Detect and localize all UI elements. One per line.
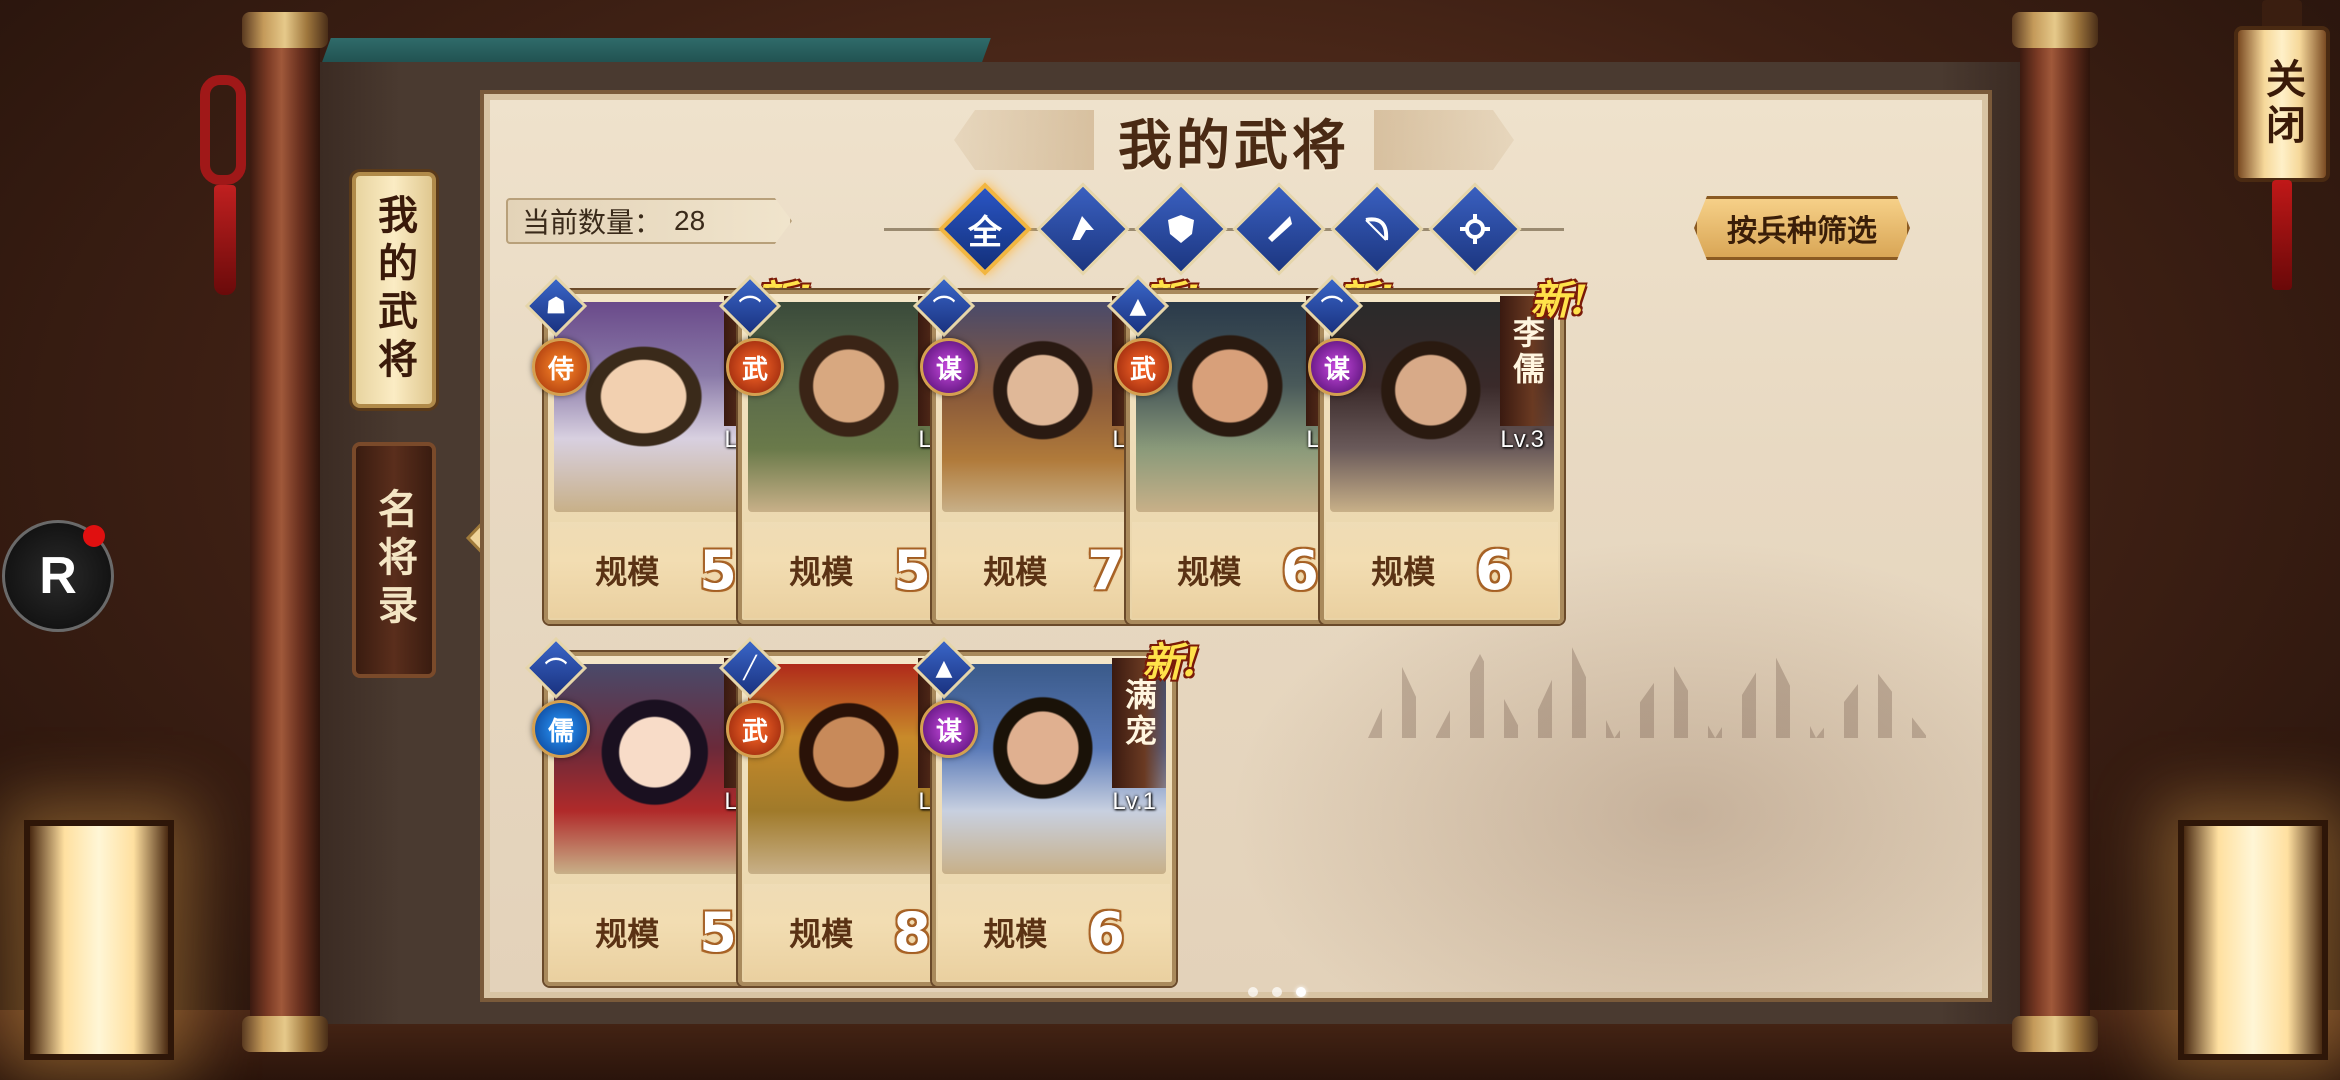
spear-icon	[1249, 199, 1309, 259]
role-badge: 武	[1114, 338, 1172, 396]
hero-name: 满宠	[1120, 678, 1158, 750]
role-badge: 谋	[920, 338, 978, 396]
r-logo-icon: R	[39, 547, 77, 605]
scale-label: 规模	[595, 553, 660, 591]
scale-label: 规模	[983, 915, 1048, 953]
hero-count: 当前数量： 28	[506, 198, 792, 244]
new-badge: 新!	[1530, 277, 1588, 324]
scale-label: 规模	[595, 915, 660, 953]
hero-count-value: 28	[674, 205, 706, 236]
hero-card[interactable]: 满宠 Lv.1 ▲ 谋 规模 6 新!	[912, 636, 1200, 986]
hero-level: Lv.3	[1500, 426, 1544, 453]
scale-value: 5	[893, 538, 931, 602]
role-badge: 谋	[1308, 338, 1366, 396]
tab-my-heroes[interactable]: 我的武将	[352, 172, 436, 408]
tab-my-heroes-label: 我的武将	[371, 194, 418, 386]
floor-lantern-left	[24, 820, 174, 1060]
hero-level: Lv.1	[1112, 788, 1156, 815]
scale-label: 规模	[789, 915, 854, 953]
bow-icon: ⌒	[932, 295, 955, 321]
scale-label: 规模	[789, 553, 854, 591]
scale-label: 规模	[983, 553, 1048, 591]
filter-cavalry-button[interactable]	[1036, 182, 1130, 276]
page-dot-active[interactable]	[1296, 987, 1306, 997]
scroll-rod-right	[2012, 12, 2098, 1052]
scale-value: 8	[893, 900, 931, 964]
bow-icon: ⌒	[544, 657, 567, 683]
filter-bow-button[interactable]	[1330, 182, 1424, 276]
role-badge: 武	[726, 700, 784, 758]
scale-value: 6	[1087, 900, 1125, 964]
floor-lantern-right	[2178, 820, 2328, 1060]
cavalry-icon: ▲	[935, 655, 953, 681]
spear-icon: ╱	[743, 655, 757, 681]
scale-value: 5	[699, 900, 737, 964]
all-icon: 全	[968, 212, 1002, 253]
scroll-rod-left	[242, 12, 328, 1052]
page-title: 我的武将	[1118, 112, 1350, 177]
title-banner: 我的武将	[954, 98, 1514, 182]
hero-card[interactable]: 李儒 Lv.3 ⌒ 谋 规模 6 新!	[1300, 274, 1588, 624]
new-badge: 新!	[1142, 639, 1200, 686]
page-dot[interactable]	[1248, 987, 1258, 997]
close-label: 关闭	[2259, 58, 2306, 150]
bow-icon	[1347, 199, 1407, 259]
role-badge: 儒	[532, 700, 590, 758]
tab-famous-generals[interactable]: 名将录	[352, 442, 436, 678]
page-dot[interactable]	[1272, 987, 1282, 997]
scale-value: 5	[699, 538, 737, 602]
filter-by-unit-button[interactable]: 按兵种筛选	[1694, 196, 1910, 260]
tab-famous-generals-label: 名将录	[371, 488, 418, 632]
floating-assistant-button[interactable]: R	[2, 520, 114, 632]
page-indicator	[1248, 987, 1306, 997]
bow-icon: ⌒	[738, 295, 761, 321]
hero-name: 李儒	[1508, 316, 1546, 388]
scale-value: 7	[1087, 538, 1125, 602]
notification-dot	[83, 525, 105, 547]
scale-label: 规模	[1177, 553, 1242, 591]
shield-icon	[1151, 199, 1211, 259]
close-button[interactable]: 关闭	[2232, 0, 2332, 300]
filter-spear-button[interactable]	[1232, 182, 1326, 276]
siege-icon	[1445, 199, 1505, 259]
cavalry-icon: ▲	[1129, 293, 1147, 319]
filter-all-button[interactable]: 全	[938, 182, 1032, 276]
heroes-panel: 我的武将 当前数量： 28 全 按兵种筛选 ☗ 侍 规模 5 ⌒ 武 规模 5 …	[480, 90, 1992, 1002]
role-badge: 武	[726, 338, 784, 396]
unit-filter-bar: 全 按兵种筛选	[884, 182, 1944, 276]
tassel-decoration	[200, 75, 246, 295]
scale-value: 6	[1475, 538, 1513, 602]
scale-label: 规模	[1371, 553, 1436, 591]
filter-shield-button[interactable]	[1134, 182, 1228, 276]
role-badge: 谋	[920, 700, 978, 758]
role-badge: 侍	[532, 338, 590, 396]
hero-count-label: 当前数量：	[522, 206, 663, 239]
bow-icon: ⌒	[1320, 295, 1343, 321]
scale-value: 6	[1281, 538, 1319, 602]
siege-icon: ☗	[546, 293, 566, 319]
filter-siege-button[interactable]	[1428, 182, 1522, 276]
cavalry-icon	[1053, 199, 1113, 259]
